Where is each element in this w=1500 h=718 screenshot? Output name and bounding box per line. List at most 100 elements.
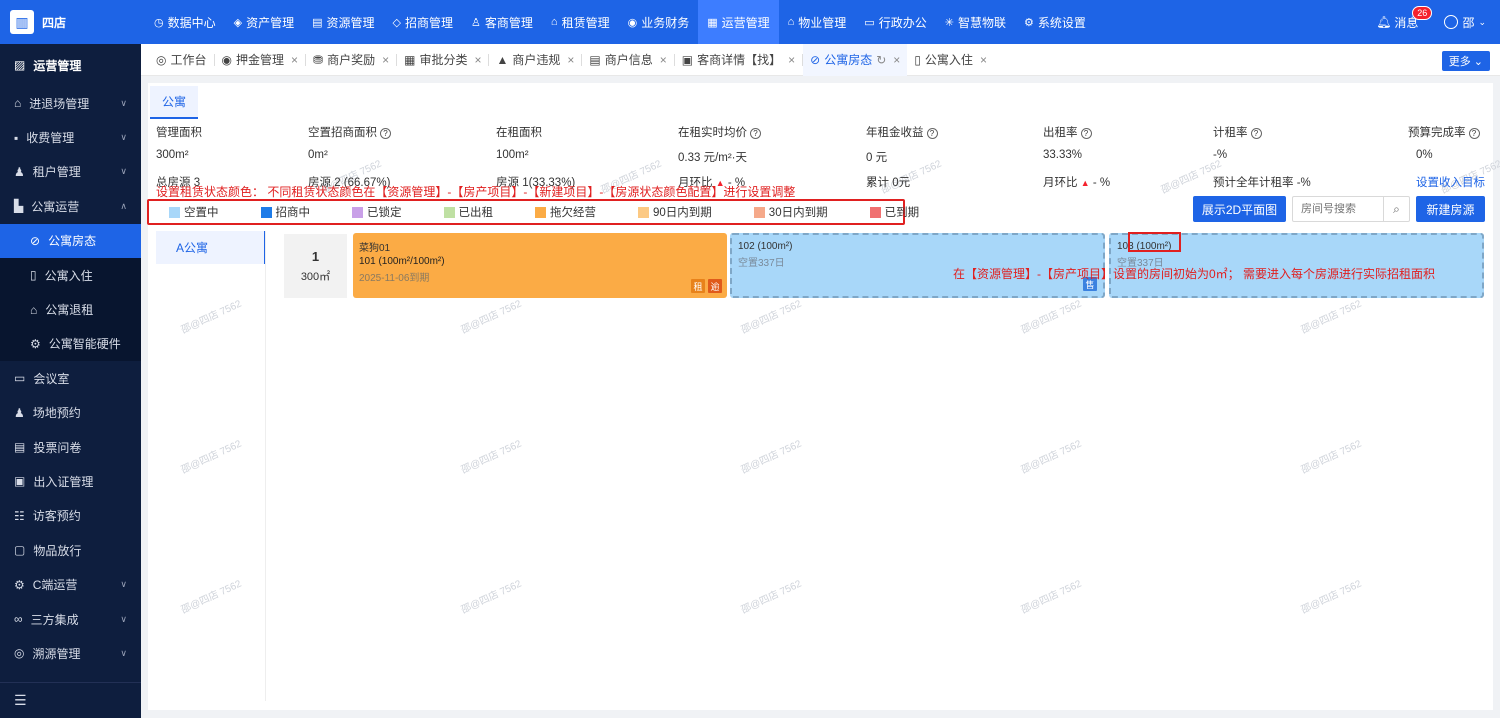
sidebar-item-entry-exit[interactable]: ⌂ 进退场管理 ∨ bbox=[0, 86, 141, 120]
help-icon[interactable]: ? bbox=[1468, 128, 1480, 139]
close-icon[interactable]: × bbox=[567, 53, 574, 67]
tab-violation[interactable]: ▲ 商户违规 × bbox=[489, 44, 581, 76]
tab-approval[interactable]: ▦ 审批分类 × bbox=[397, 44, 488, 76]
tab-apartment[interactable]: 公寓 bbox=[150, 86, 199, 119]
status-legend: 空置中 招商中 已锁定 已出租 拖欠经营 90日内到期 30日内到期 已到期 bbox=[147, 199, 919, 225]
watermark: 邵@四店 7562 bbox=[179, 578, 244, 617]
search-icon[interactable]: ⌕ bbox=[1383, 197, 1409, 221]
building-tab-a[interactable]: A公寓 bbox=[156, 231, 266, 264]
avatar-icon bbox=[1444, 15, 1459, 29]
sidebar-item-survey[interactable]: ▤ 投票问卷 bbox=[0, 430, 141, 464]
clock-icon: ◷ bbox=[154, 16, 164, 29]
sidebar-item-room-status[interactable]: ⊘ 公寓房态 bbox=[0, 223, 141, 258]
more-tabs-button[interactable]: 更多 ⌄ bbox=[1441, 51, 1490, 71]
tab-deposit[interactable]: ◉ 押金管理 × bbox=[215, 44, 306, 76]
legend-30-days: 30日内到期 bbox=[753, 204, 828, 220]
nav-finance[interactable]: ◉ 业务财务 bbox=[619, 0, 699, 44]
watermark: 邵@四店 7562 bbox=[1019, 438, 1084, 477]
room-search: ⌕ bbox=[1292, 196, 1410, 222]
user-menu[interactable]: 邵 ⌄ bbox=[1444, 14, 1486, 31]
swatch bbox=[535, 206, 546, 218]
tab-check-in[interactable]: ▯ 公寓入住 × bbox=[907, 44, 994, 76]
tab-customer-detail[interactable]: ▣ 客商详情【找】 × bbox=[675, 44, 802, 76]
close-icon[interactable]: × bbox=[291, 53, 298, 67]
sidebar-item-smart-hardware[interactable]: ⚙ 公寓智能硬件 bbox=[0, 326, 141, 362]
sidebar-item-visitor[interactable]: ☷ 访客预约 bbox=[0, 499, 141, 533]
apartment-icon: ▙ bbox=[14, 199, 24, 214]
room-search-input[interactable] bbox=[1293, 203, 1383, 215]
tab-workbench[interactable]: ◎ 工作台 bbox=[149, 44, 214, 76]
nav-asset[interactable]: ◈ 资产管理 bbox=[225, 0, 303, 44]
close-icon[interactable]: × bbox=[893, 53, 900, 67]
chart-icon: ▦ bbox=[707, 16, 718, 29]
close-icon[interactable]: × bbox=[382, 53, 389, 67]
help-icon[interactable]: ? bbox=[1080, 128, 1092, 139]
tab-reward[interactable]: ⛃ 商户奖励 × bbox=[306, 44, 396, 76]
visitor-icon: ☷ bbox=[14, 508, 25, 523]
chevron-down-icon: ⌄ bbox=[1473, 56, 1483, 68]
set-income-target-link[interactable]: 设置收入目标 bbox=[1416, 174, 1485, 190]
gear-icon: ⚙ bbox=[1023, 16, 1034, 29]
stats-values: 300m² 0m² 100m² 0.33 元/m²·天 0 元 33.33% -… bbox=[156, 149, 1433, 164]
nav-office[interactable]: ▭ 行政办公 bbox=[855, 0, 935, 44]
room-card-101[interactable]: 菜狗01 101 (100m²/100m²) 2025-11-06到期 租 逾 bbox=[353, 233, 727, 298]
close-icon[interactable]: × bbox=[474, 53, 481, 67]
wallet-icon: ▪ bbox=[14, 130, 19, 145]
tab-room-status[interactable]: ⊘ 公寓房态 ↻ × bbox=[803, 43, 908, 76]
coin-icon: ◉ bbox=[627, 16, 638, 29]
menu-fold-icon[interactable]: ☰ bbox=[0, 682, 141, 718]
help-icon[interactable]: ? bbox=[750, 128, 761, 139]
sidebar-item-tenants[interactable]: ♟ 租户管理 ∨ bbox=[0, 155, 141, 189]
nav-data-center[interactable]: ◷ 数据中心 bbox=[145, 0, 225, 44]
help-icon[interactable]: ? bbox=[1250, 128, 1262, 139]
legend-locked: 已锁定 bbox=[352, 204, 402, 220]
sidebar-item-trace[interactable]: ◎ 溯源管理 ∨ bbox=[0, 636, 141, 670]
close-icon[interactable]: × bbox=[788, 53, 795, 67]
area-annotation: 在【资源管理】-【房产项目】设置的房间初始为0㎡； 需要进入每个房源进行实际招租… bbox=[953, 267, 1436, 281]
legend-annotation: 设置租赁状态颜色： 不同租赁状态颜色在【资源管理】-【房产项目】-【新建项目】-… bbox=[156, 185, 796, 199]
nav-investment[interactable]: ◇ 招商管理 bbox=[384, 0, 462, 44]
sidebar-item-c-ops[interactable]: ⚙ C端运营 ∨ bbox=[0, 567, 141, 601]
nav-leasing[interactable]: ⌂ 租赁管理 bbox=[542, 0, 619, 44]
new-room-button[interactable]: 新建房源 bbox=[1416, 196, 1485, 222]
messages-button[interactable]: 🔔︎ 消息 26 bbox=[1376, 5, 1433, 31]
help-icon[interactable]: ? bbox=[380, 128, 391, 139]
watermark: 邵@四店 7562 bbox=[459, 578, 524, 617]
sidebar-item-charges[interactable]: ▪ 收费管理 ∨ bbox=[0, 120, 141, 154]
nav-operations[interactable]: ▦ 运营管理 bbox=[698, 0, 779, 44]
sidebar-item-apartment-ops[interactable]: ▙ 公寓运营 ∧ bbox=[0, 189, 141, 223]
sidebar-item-pass[interactable]: ▣ 出入证管理 bbox=[0, 464, 141, 498]
nav-property[interactable]: ⌂ 物业管理 bbox=[779, 0, 856, 44]
main-menu: ◷ 数据中心 ◈ 资产管理 ▤ 资源管理 ◇ 招商管理 ♙ 客商管理 ⌂ 租赁管理 ◉ 业务财… bbox=[145, 0, 1095, 44]
close-icon[interactable]: × bbox=[660, 53, 667, 67]
stats-headers: 管理面积 空置招商面积? 在租面积 在租实时均价? 年租金收益? 出租率? 计租… bbox=[148, 124, 1493, 142]
sidebar-item-check-in[interactable]: ▯ 公寓入住 bbox=[0, 257, 141, 293]
legend-vacant: 空置中 bbox=[169, 204, 219, 220]
nav-settings[interactable]: ⚙ 系统设置 bbox=[1015, 0, 1095, 44]
sidebar-item-meeting-room[interactable]: ▭ 会议室 bbox=[0, 361, 141, 395]
form-icon: ▤ bbox=[14, 440, 26, 455]
nav-customers[interactable]: ♙ 客商管理 bbox=[462, 0, 542, 44]
chevron-down-icon: ∨ bbox=[120, 166, 127, 177]
up-arrow-icon: ▲ bbox=[1080, 178, 1090, 188]
sidebar-item-item-release[interactable]: ▢ 物品放行 bbox=[0, 533, 141, 567]
sidebar-item-integration[interactable]: ∞ 三方集成 ∨ bbox=[0, 602, 141, 636]
refresh-icon[interactable]: ↻ bbox=[876, 53, 886, 67]
show-2d-plan-button[interactable]: 展示2D平面图 bbox=[1193, 196, 1286, 222]
watermark: 邵@四店 7562 bbox=[459, 298, 524, 337]
help-icon[interactable]: ? bbox=[926, 128, 938, 139]
chevron-up-icon: ∧ bbox=[120, 200, 127, 211]
nav-iot[interactable]: ✳ 智慧物联 bbox=[936, 0, 1015, 44]
card-icon: ▯ bbox=[30, 268, 37, 283]
watermark: 邵@四店 7562 bbox=[739, 438, 804, 477]
sidebar-item-venue-booking[interactable]: ♟ 场地预约 bbox=[0, 396, 141, 430]
main-content: 公寓 邵@四店 7562 邵@四店 7562 邵@四店 7562 邵@四店 75… bbox=[147, 83, 1500, 710]
sidebar-item-check-out[interactable]: ⌂ 公寓退租 bbox=[0, 292, 141, 327]
watermark: 邵@四店 7562 bbox=[1019, 298, 1084, 337]
app-logo[interactable]: ▥ 四店 bbox=[0, 0, 140, 44]
close-icon[interactable]: × bbox=[980, 53, 987, 67]
tab-merchant-info[interactable]: ▤ 商户信息 × bbox=[582, 44, 673, 76]
swatch bbox=[169, 206, 180, 218]
nav-resource[interactable]: ▤ 资源管理 bbox=[303, 0, 383, 44]
grid-icon: ▦ bbox=[404, 52, 416, 67]
